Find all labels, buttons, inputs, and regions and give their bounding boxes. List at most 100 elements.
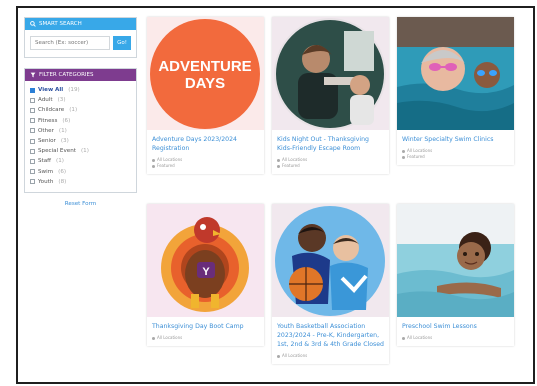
reset-form-link[interactable]: Reset Form <box>24 201 137 207</box>
search-input[interactable] <box>30 36 110 50</box>
basketball-kids-photo <box>272 204 389 317</box>
turkey-mascot-graphic: Y <box>147 204 264 317</box>
location-pin-icon <box>402 336 405 340</box>
event-tag: Featured <box>147 163 264 174</box>
location-pin-icon <box>152 158 155 162</box>
tag-icon <box>402 155 405 159</box>
event-title[interactable]: Adventure Days 2023/2024 Registration <box>147 130 264 153</box>
event-title[interactable]: Preschool Swim Lessons <box>397 317 514 331</box>
tag-icon <box>152 164 155 168</box>
filter-item[interactable]: Senior (3) <box>30 136 131 146</box>
event-title[interactable]: Winter Specialty Swim Clinics <box>397 130 514 144</box>
filter-categories-title: FILTER CATEGORIES <box>39 72 94 78</box>
event-card[interactable]: Y Thanksgiving Day Boot Camp All Locatio… <box>147 204 264 346</box>
filter-item[interactable]: Youth (8) <box>30 177 131 187</box>
search-icon <box>30 21 36 27</box>
adventure-days-graphic: ADVENTURE DAYS <box>147 17 264 130</box>
funnel-icon <box>30 72 36 78</box>
tag-text: Featured <box>282 163 300 168</box>
go-button[interactable]: Go! <box>113 36 131 50</box>
filter-count: (6) <box>58 168 67 175</box>
filter-count: (3) <box>57 97 66 104</box>
location-pin-icon <box>152 336 155 340</box>
filter-label: View All <box>38 87 64 94</box>
location-text: All Locations <box>282 353 308 358</box>
event-title[interactable]: Youth Basketball Association 2023/2024 -… <box>272 317 389 349</box>
filter-label: Childcare <box>38 107 65 114</box>
event-location: All Locations <box>147 335 264 346</box>
filter-categories-header: FILTER CATEGORIES <box>25 69 136 81</box>
event-thumbnail <box>272 204 389 317</box>
filter-list: View All (19) Adult (3) Childcare (1) Fitness(… <box>25 81 136 192</box>
swim-clinic-photo <box>397 17 514 130</box>
filter-checkbox[interactable] <box>30 97 35 103</box>
filter-item[interactable]: View All (19) <box>30 85 131 95</box>
location-pin-icon <box>277 354 280 358</box>
page-frame: SMART SEARCH Go! FILTER CATEGORIES View … <box>16 6 535 384</box>
tag-text: Featured <box>407 154 425 159</box>
filter-count: (19) <box>68 87 80 94</box>
filter-checkbox[interactable] <box>30 148 35 154</box>
filter-label: Staff <box>38 158 52 165</box>
filter-checkbox[interactable] <box>30 107 35 113</box>
banner-line-1: ADVENTURE <box>158 58 251 75</box>
filter-item[interactable]: Childcare (1) <box>30 105 131 115</box>
filter-item[interactable]: Fitness (6) <box>30 116 131 126</box>
smart-search-panel: SMART SEARCH Go! <box>24 17 137 58</box>
filter-item[interactable]: Other (1) <box>30 126 131 136</box>
filter-item[interactable]: Swim (6) <box>30 167 131 177</box>
filter-count: (1) <box>58 127 67 134</box>
event-card[interactable]: Winter Specialty Swim Clinics All Locati… <box>397 17 514 165</box>
event-thumbnail: ADVENTURE DAYS <box>147 17 264 130</box>
event-thumbnail <box>272 17 389 130</box>
location-text: All Locations <box>407 335 433 340</box>
filter-checkbox[interactable] <box>30 118 35 124</box>
filter-checkbox[interactable] <box>30 87 35 93</box>
filter-checkbox[interactable] <box>30 128 35 134</box>
event-title[interactable]: Kids Night Out - Thanksgiving Kids-Frien… <box>272 130 389 153</box>
kids-photo <box>272 17 389 130</box>
svg-text:Y: Y <box>202 266 210 278</box>
event-card[interactable]: Preschool Swim Lessons All Locations <box>397 204 514 346</box>
filter-count: (3) <box>60 138 69 145</box>
filter-count: (1) <box>80 148 89 155</box>
filter-count: (1) <box>56 158 64 165</box>
filter-checkbox[interactable] <box>30 158 35 164</box>
filter-item[interactable]: Special Event (1) <box>30 146 131 156</box>
filter-checkbox[interactable] <box>30 138 35 144</box>
location-pin-icon <box>402 149 405 153</box>
event-card[interactable]: Kids Night Out - Thanksgiving Kids-Frien… <box>272 17 389 174</box>
filter-label: Fitness <box>38 117 58 124</box>
event-thumbnail <box>397 17 514 130</box>
location-pin-icon <box>277 158 280 162</box>
search-row: Go! <box>25 30 136 57</box>
smart-search-title: SMART SEARCH <box>39 21 82 27</box>
event-location: All Locations <box>272 353 389 364</box>
filter-checkbox[interactable] <box>30 179 35 185</box>
filter-item[interactable]: Staff (1) <box>30 156 131 166</box>
smart-search-header: SMART SEARCH <box>25 18 136 30</box>
sidebar: SMART SEARCH Go! FILTER CATEGORIES View … <box>24 17 137 207</box>
tag-icon <box>277 164 280 168</box>
event-card[interactable]: Youth Basketball Association 2023/2024 -… <box>272 204 389 364</box>
filter-label: Special Event <box>38 148 76 155</box>
filter-label: Adult <box>38 97 53 104</box>
banner-line-2: DAYS <box>185 75 225 92</box>
filter-categories-panel: FILTER CATEGORIES View All (19) Adult (3) Ch… <box>24 68 137 193</box>
filter-label: Other <box>38 127 54 134</box>
event-thumbnail: Y <box>147 204 264 317</box>
filter-label: Swim <box>38 168 54 175</box>
filter-count: (8) <box>58 178 67 185</box>
event-location: All Locations <box>397 335 514 346</box>
tag-text: Featured <box>157 163 175 168</box>
filter-item[interactable]: Adult (3) <box>30 95 131 105</box>
event-card[interactable]: ADVENTURE DAYS Adventure Days 2023/2024 … <box>147 17 264 174</box>
event-thumbnail <box>397 204 514 317</box>
preschool-swim-photo <box>397 204 514 317</box>
event-tag: Featured <box>272 163 389 174</box>
filter-checkbox[interactable] <box>30 169 35 175</box>
event-tag: Featured <box>397 154 514 165</box>
filter-count: (6) <box>62 117 71 124</box>
filter-label: Youth <box>38 178 54 185</box>
event-title[interactable]: Thanksgiving Day Boot Camp <box>147 317 264 331</box>
